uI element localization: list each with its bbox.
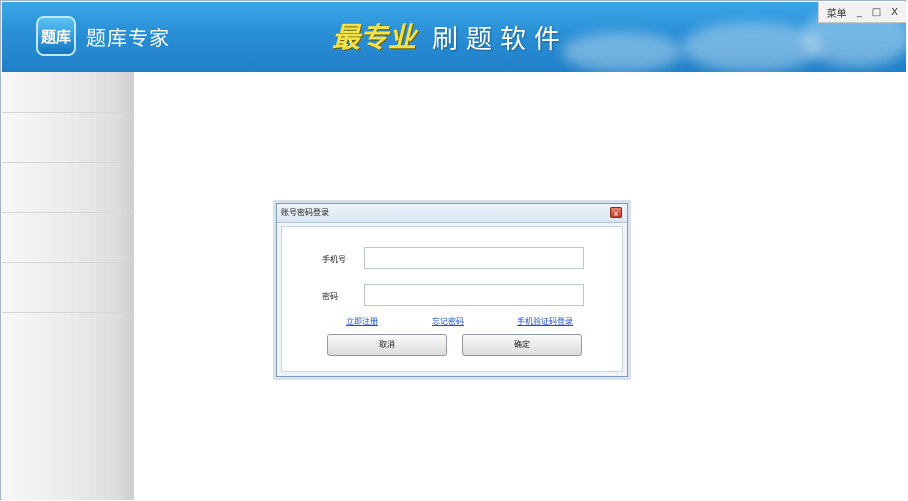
slogan-brand: 最专业 <box>332 21 417 54</box>
dialog-body: 手机号 密码 立即注册 忘记密码 手机验证码登录 取消 确定 <box>281 226 623 372</box>
app-title: 题库专家 <box>86 26 170 50</box>
ok-button[interactable]: 确定 <box>462 334 582 356</box>
sidebar <box>2 72 134 500</box>
register-link[interactable]: 立即注册 <box>346 316 378 327</box>
slogan: 刷题软件 <box>432 25 569 55</box>
app-window: 题库 题库专家 最专业 刷题软件 菜单 _ □ X 账号密码登录 x 手机号 密… <box>0 0 906 500</box>
forgot-password-link[interactable]: 忘记密码 <box>432 316 464 327</box>
dialog-title: 账号密码登录 <box>281 208 329 217</box>
maximize-button[interactable]: □ <box>872 7 881 18</box>
login-dialog: 账号密码登录 x 手机号 密码 立即注册 忘记密码 手机验证码登录 取消 确定 <box>276 203 628 377</box>
dialog-close-icon[interactable]: x <box>610 207 622 218</box>
phone-label: 手机号 <box>322 255 346 264</box>
dialog-titlebar: 账号密码登录 x <box>277 204 627 223</box>
window-controls: 菜单 _ □ X <box>817 2 906 23</box>
close-button[interactable]: X <box>891 7 898 18</box>
password-label: 密码 <box>322 292 338 301</box>
password-input[interactable] <box>364 284 584 306</box>
logo-icon: 题库 <box>36 16 76 56</box>
sms-login-link[interactable]: 手机验证码登录 <box>517 316 573 327</box>
phone-input[interactable] <box>364 247 584 269</box>
header-banner: 题库 题库专家 最专业 刷题软件 菜单 _ □ X <box>2 2 906 72</box>
cancel-button[interactable]: 取消 <box>327 334 447 356</box>
menu-button[interactable]: 菜单 <box>827 5 847 20</box>
minimize-button[interactable]: _ <box>857 7 862 18</box>
